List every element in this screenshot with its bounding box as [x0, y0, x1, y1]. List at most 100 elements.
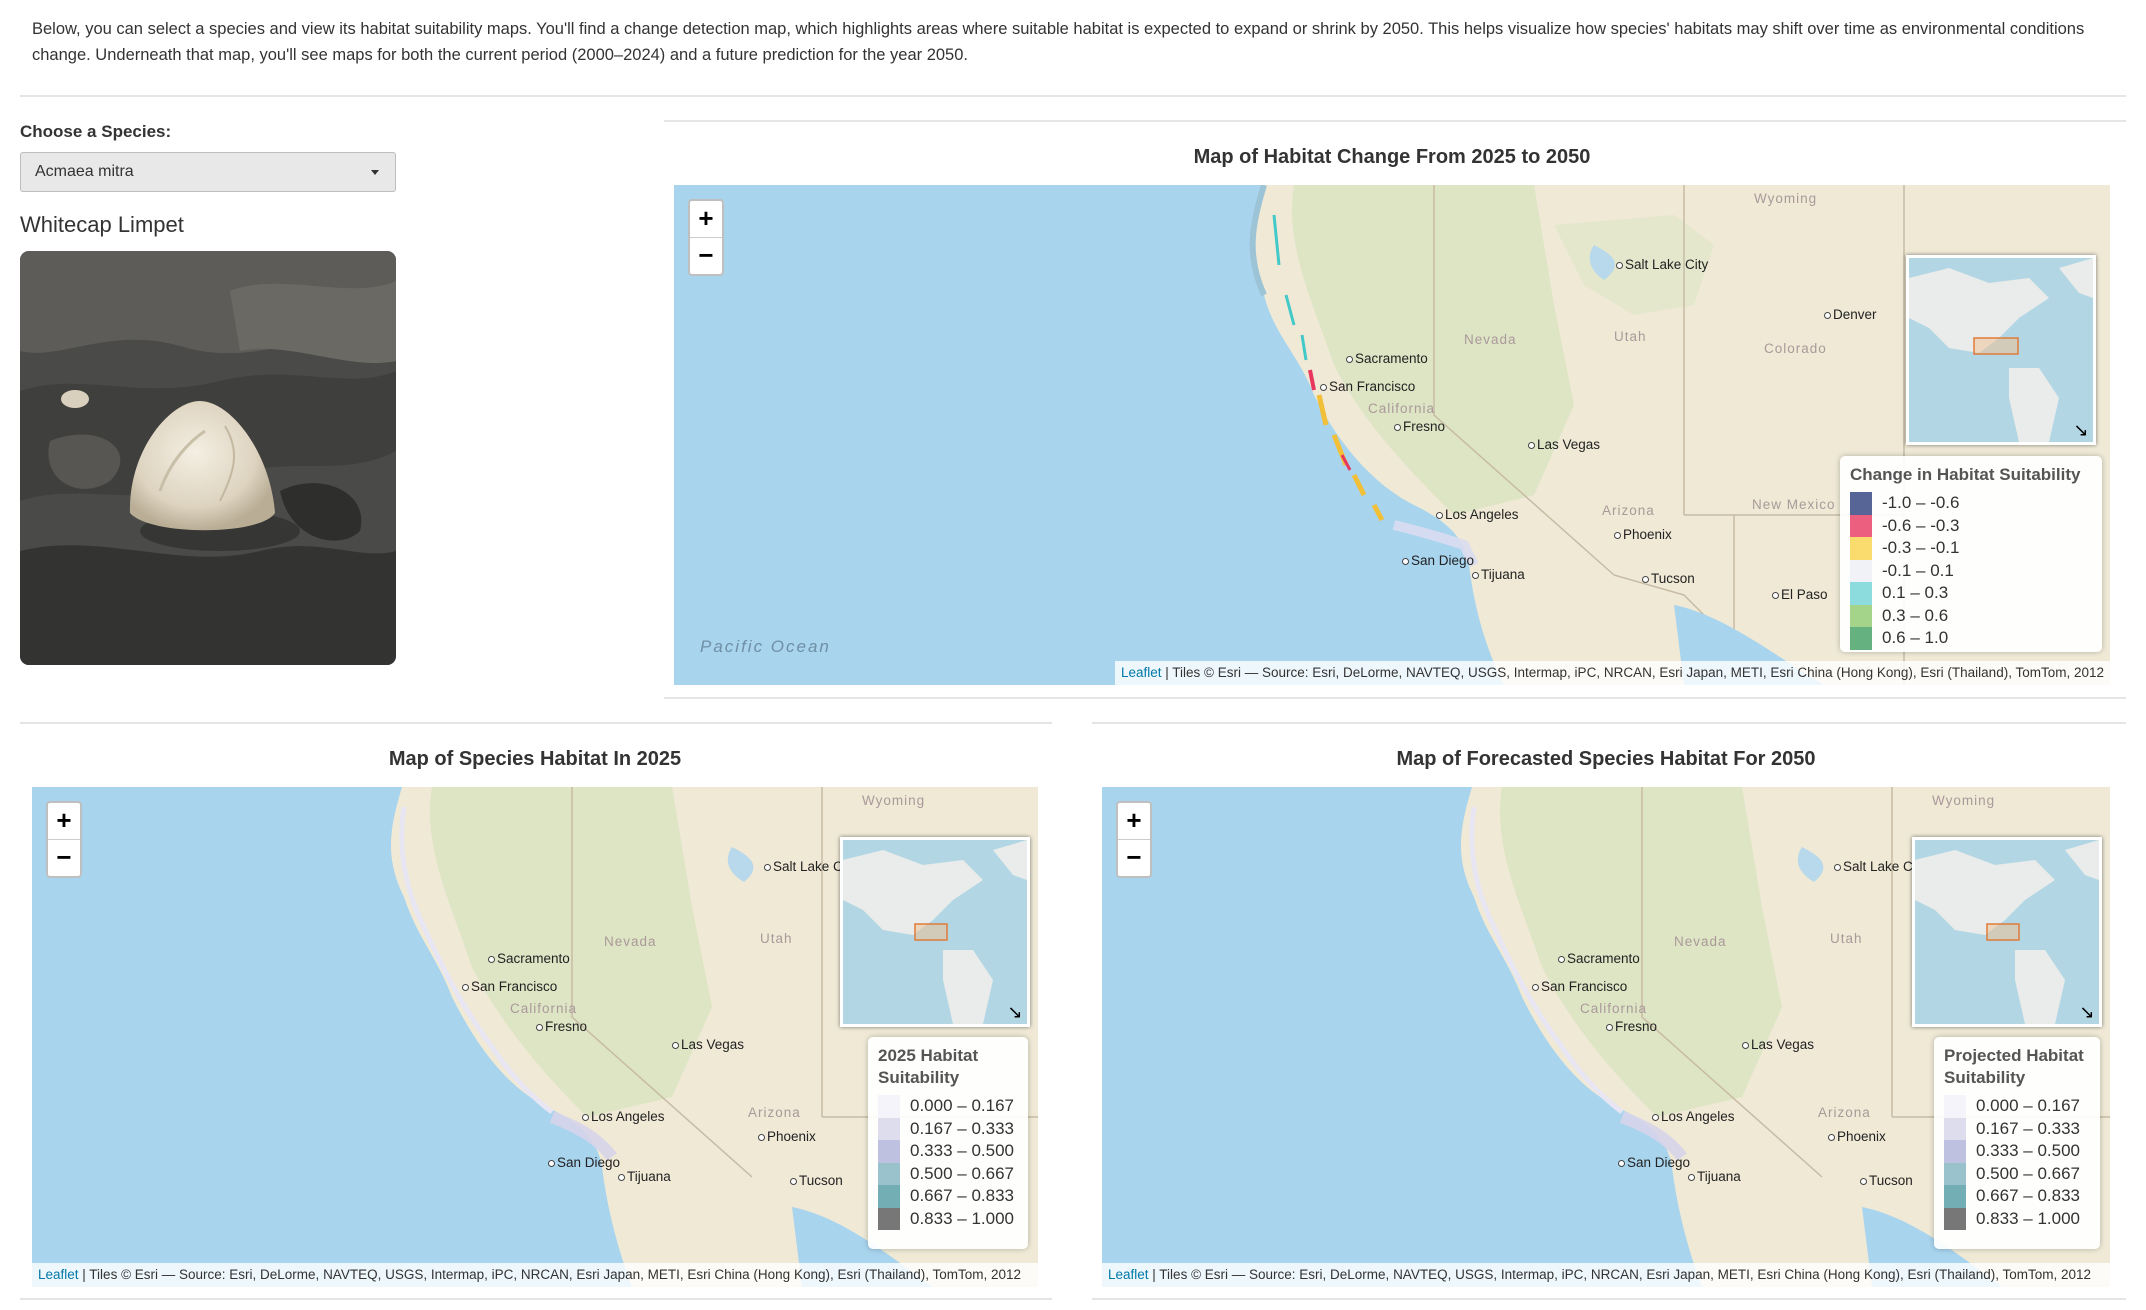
legend-row: 0.167 – 0.333 — [878, 1117, 1018, 1140]
divider — [20, 1298, 1052, 1300]
legend-swatch — [1850, 514, 1872, 537]
map-label: San Francisco — [1320, 379, 1415, 394]
map-label: Tucson — [1642, 571, 1695, 586]
legend-row: 0.833 – 1.000 — [1944, 1207, 2090, 1230]
legend-swatch — [878, 1095, 900, 1118]
legend-row: 0.667 – 0.833 — [878, 1185, 1018, 1208]
ocean-label: Pacific Ocean — [700, 637, 831, 656]
current-map[interactable]: Wyoming Salt Lake City Nevada Utah Sacra… — [32, 787, 1038, 1287]
map-label: San Diego — [548, 1155, 620, 1170]
zoom-out-button[interactable]: − — [48, 840, 80, 876]
legend-title: 2025 Habitat Suitability — [878, 1046, 979, 1087]
map-label: Fresno — [1394, 419, 1445, 434]
divider — [664, 120, 2126, 122]
map-label: Tucson — [1860, 1173, 1913, 1188]
zoom-out-button[interactable]: − — [1118, 840, 1150, 876]
minimap[interactable]: ↘ — [840, 837, 1030, 1027]
legend-row: 0.000 – 0.167 — [1944, 1095, 2090, 1118]
chevron-down-icon — [371, 170, 379, 175]
map-label: Las Vegas — [672, 1037, 744, 1052]
map-label: San Diego — [1402, 553, 1474, 568]
minimap-toggle-icon[interactable]: ↘ — [2071, 420, 2091, 440]
species-select-value: Acmaea mitra — [35, 163, 134, 180]
future-map[interactable]: Wyoming Salt Lake City Nevada Utah Sacra… — [1102, 787, 2110, 1287]
map-attribution: Leaflet | Tiles © Esri — Source: Esri, D… — [32, 1263, 1038, 1287]
map-label: Arizona — [748, 1105, 801, 1120]
minimap-tiles — [843, 840, 1027, 1024]
map-label: El Paso — [1772, 587, 1828, 602]
map-label: Denver — [1824, 307, 1877, 322]
species-photo — [20, 251, 396, 665]
leaflet-link[interactable]: Leaflet — [1108, 1267, 1149, 1282]
legend-swatch — [1944, 1207, 1966, 1230]
current-map-title: Map of Species Habitat In 2025 — [388, 748, 682, 770]
change-map[interactable]: Pacific Ocean Wyoming Salt Lake City Den… — [674, 185, 2110, 685]
leaflet-link[interactable]: Leaflet — [38, 1267, 79, 1282]
legend-swatch — [1944, 1162, 1966, 1185]
future-map-title: Map of Forecasted Species Habitat For 20… — [1396, 748, 1816, 770]
legend-swatch — [878, 1185, 900, 1208]
map-label: Sacramento — [488, 951, 570, 966]
minimap[interactable]: ↘ — [1912, 837, 2102, 1027]
legend-title: Change in Habitat Suitability — [1850, 465, 2081, 484]
minimap-tiles — [1915, 840, 2099, 1024]
map-label: Los Angeles — [1652, 1109, 1735, 1124]
map-label: New Mexico — [1752, 497, 1836, 512]
change-legend: Change in Habitat Suitability -1.0 – -0.… — [1840, 456, 2102, 652]
legend-row: 0.1 – 0.3 — [1850, 582, 2092, 605]
map-label: Utah — [760, 931, 793, 946]
zoom-in-button[interactable]: + — [690, 201, 722, 238]
legend-swatch — [1944, 1185, 1966, 1208]
legend-row: 0.500 – 0.667 — [1944, 1162, 2090, 1185]
minimap-toggle-icon[interactable]: ↘ — [2077, 1002, 2097, 1022]
map-label: Wyoming — [862, 793, 926, 808]
legend-swatch — [1850, 559, 1872, 582]
change-map-title: Map of Habitat Change From 2025 to 2050 — [1193, 146, 1591, 168]
future-legend: Projected Habitat Suitability 0.000 – 0.1… — [1934, 1037, 2100, 1249]
map-label: Tijuana — [1472, 567, 1525, 582]
legend-swatch — [1850, 582, 1872, 605]
map-label: Los Angeles — [582, 1109, 665, 1124]
map-label: Phoenix — [1828, 1129, 1886, 1144]
minimap-tiles — [1909, 258, 2093, 442]
zoom-in-button[interactable]: + — [48, 803, 80, 840]
species-common-name: Whitecap Limpet — [20, 212, 184, 237]
map-label: Nevada — [1674, 934, 1727, 949]
legend-row: -0.3 – -0.1 — [1850, 537, 2092, 560]
map-label: California — [1368, 401, 1436, 416]
legend-row: 0.6 – 1.0 — [1850, 627, 2092, 650]
legend-swatch — [878, 1140, 900, 1163]
legend-row: 0.167 – 0.333 — [1944, 1117, 2090, 1140]
map-label: Arizona — [1602, 503, 1655, 518]
map-label: Sacramento — [1558, 951, 1640, 966]
map-label: Utah — [1830, 931, 1863, 946]
divider — [20, 722, 1052, 724]
minimap[interactable]: ↘ — [1906, 255, 2096, 445]
map-label: California — [1580, 1001, 1648, 1016]
legend-swatch — [878, 1117, 900, 1140]
legend-swatch — [1944, 1117, 1966, 1140]
map-label: Phoenix — [758, 1129, 816, 1144]
legend-swatch — [1944, 1095, 1966, 1118]
legend-row: 0.000 – 0.167 — [878, 1095, 1018, 1118]
map-label: Fresno — [536, 1019, 587, 1034]
divider — [1092, 1298, 2126, 1300]
legend-swatch — [878, 1207, 900, 1230]
map-label: Phoenix — [1614, 527, 1672, 542]
map-label: Los Angeles — [1436, 507, 1519, 522]
map-label: Sacramento — [1346, 351, 1428, 366]
map-label: San Francisco — [462, 979, 557, 994]
map-label: Tijuana — [618, 1169, 671, 1184]
legend-row: 0.333 – 0.500 — [878, 1140, 1018, 1163]
leaflet-link[interactable]: Leaflet — [1121, 665, 1162, 680]
minimap-toggle-icon[interactable]: ↘ — [1005, 1002, 1025, 1022]
zoom-out-button[interactable]: − — [690, 238, 722, 274]
legend-row: 0.333 – 0.500 — [1944, 1140, 2090, 1163]
current-legend: 2025 Habitat Suitability 0.000 – 0.167 0.… — [868, 1037, 1028, 1249]
legend-swatch — [1850, 627, 1872, 650]
map-label: Nevada — [604, 934, 657, 949]
zoom-in-button[interactable]: + — [1118, 803, 1150, 840]
species-select[interactable]: Acmaea mitra — [20, 152, 396, 192]
legend-row: -1.0 – -0.6 — [1850, 492, 2092, 515]
legend-row: -0.1 – 0.1 — [1850, 559, 2092, 582]
